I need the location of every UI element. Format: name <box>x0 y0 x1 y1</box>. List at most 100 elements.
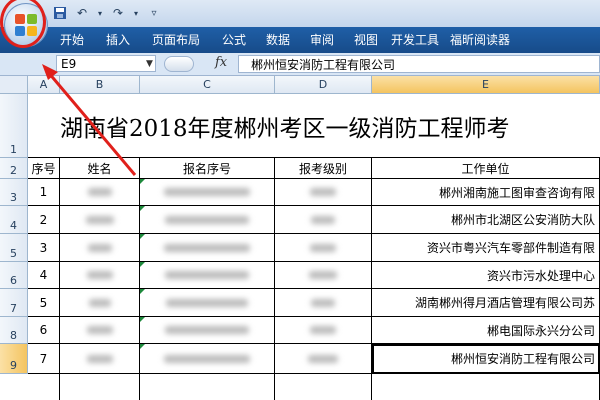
ribbon-tab[interactable]: 开发工具 <box>388 27 442 53</box>
ribbon-tab[interactable]: 插入 <box>96 27 140 53</box>
ribbon-tabs: 开始 插入 页面布局 公式 数据 审阅 视图 开发工具 福昕阅读器 <box>48 27 518 53</box>
redacted-cell[interactable] <box>140 234 275 262</box>
redacted-cell[interactable] <box>60 317 140 344</box>
redacted-cell[interactable] <box>275 289 372 317</box>
table-header-cell[interactable]: 姓名 <box>60 158 140 179</box>
column-header[interactable]: B <box>60 76 140 94</box>
sheet-title[interactable]: 湖南省2018年度郴州考区一级消防工程师考 <box>28 94 600 158</box>
row-header[interactable]: 1 <box>0 94 28 158</box>
row-number-cell[interactable]: 3 <box>28 234 60 262</box>
table-cell[interactable] <box>275 374 372 400</box>
redo-icon[interactable]: ↷ <box>110 5 126 21</box>
row-number-cell[interactable]: 2 <box>28 206 60 234</box>
redacted-cell[interactable] <box>60 289 140 317</box>
column-header[interactable]: E <box>372 76 600 94</box>
ribbon: 开始 插入 页面布局 公式 数据 审阅 视图 开发工具 福昕阅读器 <box>0 27 600 53</box>
ribbon-tab[interactable]: 福昕阅读器 <box>442 27 518 53</box>
work-unit-cell[interactable]: 湖南郴州得月酒店管理有限公司苏 <box>372 289 600 317</box>
name-box-dropdown-icon[interactable]: ▼ <box>146 59 153 69</box>
work-unit-cell[interactable]: 资兴市粤兴汽车零部件制造有限 <box>372 234 600 262</box>
name-box[interactable]: E9 <box>56 55 156 72</box>
formula-bar-expand-knob[interactable] <box>164 56 194 72</box>
redacted-cell[interactable] <box>140 262 275 289</box>
redacted-cell[interactable] <box>60 262 140 289</box>
redacted-cell[interactable] <box>275 344 372 374</box>
redacted-value <box>164 354 250 363</box>
redacted-cell[interactable] <box>60 344 140 374</box>
work-unit-cell[interactable]: 郴州湘南施工图审查咨询有限 <box>372 179 600 206</box>
ribbon-tab[interactable]: 数据 <box>256 27 300 53</box>
quick-access-toolbar: ↶ ▾ ↷ ▾ ▿ <box>52 4 162 22</box>
row-header[interactable]: 6 <box>0 262 28 289</box>
table-cell[interactable] <box>60 374 140 400</box>
ribbon-tab[interactable]: 审阅 <box>300 27 344 53</box>
redacted-cell[interactable] <box>140 344 275 374</box>
work-unit-cell[interactable]: 资兴市污水处理中心 <box>372 262 600 289</box>
worksheet-grid[interactable]: 湖南省2018年度郴州考区一级消防工程师考 A B C D E 1 2 3 4 5 6 7 8 9 序号 姓名… <box>0 76 600 400</box>
redacted-cell[interactable] <box>140 289 275 317</box>
table-header-cell[interactable]: 报考级别 <box>275 158 372 179</box>
redacted-cell[interactable] <box>275 206 372 234</box>
row-header[interactable]: 5 <box>0 234 28 262</box>
dropdown-icon[interactable]: ▾ <box>96 5 104 21</box>
row-header[interactable]: 7 <box>0 289 28 317</box>
row-number-cell[interactable]: 6 <box>28 317 60 344</box>
redacted-cell[interactable] <box>60 179 140 206</box>
error-indicator-icon <box>140 317 145 322</box>
column-header[interactable]: C <box>140 76 275 94</box>
table-header-cell[interactable]: 报名序号 <box>140 158 275 179</box>
redacted-value <box>310 243 336 252</box>
row-number-cell[interactable]: 4 <box>28 262 60 289</box>
row-number-cell[interactable]: 5 <box>28 289 60 317</box>
table-header-cell[interactable]: 工作单位 <box>372 158 600 179</box>
row-header[interactable]: 8 <box>0 317 28 344</box>
undo-icon[interactable]: ↶ <box>74 5 90 21</box>
redacted-cell[interactable] <box>275 179 372 206</box>
work-unit-cell[interactable]: 郴州市北湖区公安消防大队 <box>372 206 600 234</box>
column-header[interactable]: A <box>28 76 60 94</box>
formula-input[interactable]: 郴州恒安消防工程有限公司 <box>238 55 600 73</box>
error-indicator-icon <box>140 289 145 294</box>
error-indicator-icon <box>140 344 145 349</box>
redacted-cell[interactable] <box>275 262 372 289</box>
error-indicator-icon <box>140 206 145 211</box>
select-all-corner[interactable] <box>0 76 28 94</box>
ribbon-tab[interactable]: 页面布局 <box>140 27 212 53</box>
row-header[interactable]: 2 <box>0 158 28 179</box>
redacted-cell[interactable] <box>275 317 372 344</box>
column-header[interactable]: D <box>275 76 372 94</box>
redacted-cell[interactable] <box>275 234 372 262</box>
row-header[interactable]: 3 <box>0 179 28 206</box>
redacted-value <box>308 354 338 363</box>
save-icon[interactable] <box>52 5 68 21</box>
table-cell[interactable] <box>28 374 60 400</box>
redacted-value <box>310 326 336 334</box>
insert-function-icon[interactable]: fx <box>215 55 227 70</box>
redacted-value <box>86 354 113 363</box>
redacted-value <box>165 271 249 279</box>
row-header[interactable]: 9 <box>0 344 28 374</box>
table-header-cell[interactable]: 序号 <box>28 158 60 179</box>
ribbon-tab[interactable]: 开始 <box>48 27 96 53</box>
redacted-cell[interactable] <box>60 206 140 234</box>
table-cell[interactable] <box>140 374 275 400</box>
row-header[interactable]: 4 <box>0 206 28 234</box>
row-number-cell[interactable]: 1 <box>28 179 60 206</box>
redacted-cell[interactable] <box>140 179 275 206</box>
redacted-value <box>87 243 112 252</box>
redacted-cell[interactable] <box>140 206 275 234</box>
redacted-cell[interactable] <box>140 317 275 344</box>
redacted-cell[interactable] <box>60 234 140 262</box>
dropdown-icon[interactable]: ▾ <box>132 5 140 21</box>
table-cell[interactable] <box>372 374 600 400</box>
row-number-cell[interactable]: 7 <box>28 344 60 374</box>
work-unit-cell[interactable]: 郴州恒安消防工程有限公司 <box>372 344 600 374</box>
redacted-value <box>311 215 335 224</box>
redacted-value <box>88 298 111 307</box>
ribbon-tab[interactable]: 公式 <box>212 27 256 53</box>
error-indicator-icon <box>140 179 145 184</box>
work-unit-cell[interactable]: 郴电国际永兴分公司 <box>372 317 600 344</box>
customize-qat-icon[interactable]: ▿ <box>146 5 162 21</box>
ribbon-tab[interactable]: 视图 <box>344 27 388 53</box>
redacted-value <box>165 215 249 224</box>
